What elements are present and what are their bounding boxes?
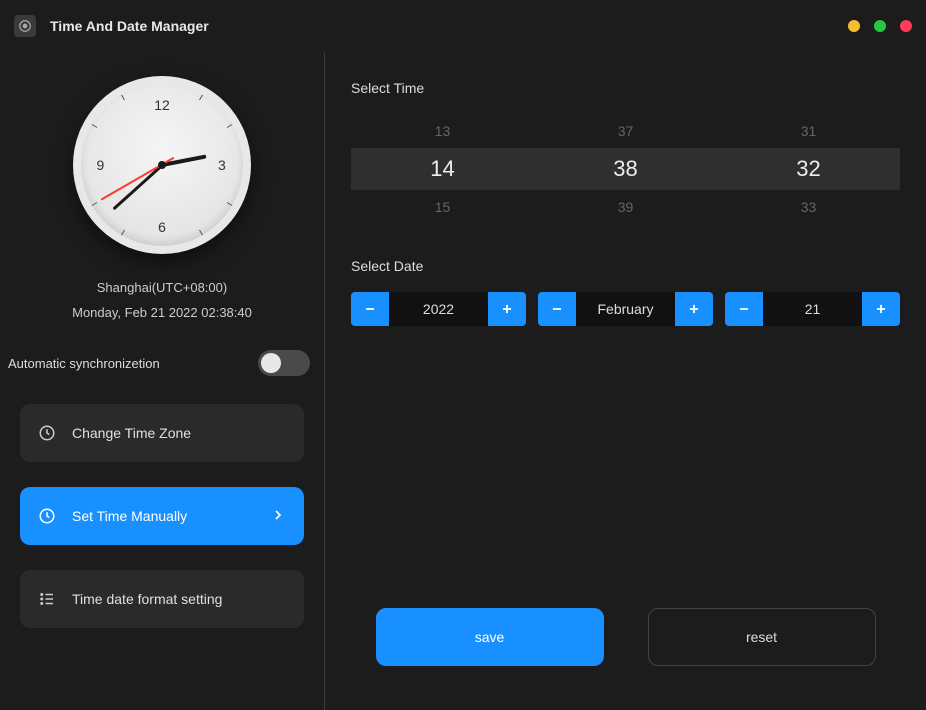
app-title: Time And Date Manager <box>50 18 209 34</box>
select-time-title: Select Time <box>351 80 900 96</box>
window-controls <box>848 20 912 32</box>
clock-num-6: 6 <box>158 219 166 235</box>
content: 12 3 6 9 Shangha <box>0 52 926 710</box>
minute-current[interactable]: 38 <box>534 156 717 182</box>
sidebar: 12 3 6 9 Shangha <box>0 52 325 710</box>
sync-row: Automatic synchronizetion <box>8 350 310 376</box>
day-stepper: 21 <box>725 292 900 326</box>
second-next[interactable]: 33 <box>717 190 900 224</box>
analog-clock: 12 3 6 9 <box>73 76 251 254</box>
day-increment-button[interactable] <box>862 292 900 326</box>
save-button[interactable]: save <box>376 608 604 666</box>
list-icon <box>38 590 56 608</box>
year-increment-button[interactable] <box>488 292 526 326</box>
second-current[interactable]: 32 <box>717 156 900 182</box>
set-time-manually-button[interactable]: Set Time Manually <box>20 487 304 545</box>
time-wheel-selected-row: 14 38 32 <box>351 148 900 190</box>
month-increment-button[interactable] <box>675 292 713 326</box>
second-prev[interactable]: 31 <box>717 114 900 148</box>
clock-num-9: 9 <box>97 157 105 173</box>
close-button[interactable] <box>900 20 912 32</box>
minute-prev[interactable]: 37 <box>534 114 717 148</box>
clock-second-hand <box>101 164 162 200</box>
hour-current[interactable]: 14 <box>351 156 534 182</box>
clock-icon <box>38 507 56 525</box>
clock-num-3: 3 <box>218 157 226 173</box>
minimize-button[interactable] <box>848 20 860 32</box>
maximize-button[interactable] <box>874 20 886 32</box>
clock-num-12: 12 <box>154 97 170 113</box>
day-value: 21 <box>763 292 862 326</box>
month-decrement-button[interactable] <box>538 292 576 326</box>
month-value: February <box>576 292 675 326</box>
sync-toggle[interactable] <box>258 350 310 376</box>
date-steppers: 2022 February 21 <box>351 292 900 326</box>
time-format-button[interactable]: Time date format setting <box>20 570 304 628</box>
titlebar: Time And Date Manager <box>0 0 926 52</box>
save-label: save <box>475 629 505 645</box>
change-timezone-button[interactable]: Change Time Zone <box>20 404 304 462</box>
select-date-title: Select Date <box>351 258 900 274</box>
hour-next[interactable]: 15 <box>351 190 534 224</box>
clock-container: 12 3 6 9 Shangha <box>14 76 310 320</box>
day-decrement-button[interactable] <box>725 292 763 326</box>
sync-label: Automatic synchronizetion <box>8 356 160 371</box>
footer-buttons: save reset <box>351 608 900 684</box>
toggle-thumb <box>261 353 281 373</box>
year-decrement-button[interactable] <box>351 292 389 326</box>
main-panel: Select Time 13 37 31 14 38 32 15 39 33 S… <box>325 52 926 710</box>
timezone-label: Shanghai(UTC+08:00) <box>97 280 227 295</box>
change-timezone-label: Change Time Zone <box>72 425 191 441</box>
year-value: 2022 <box>389 292 488 326</box>
minute-next[interactable]: 39 <box>534 190 717 224</box>
titlebar-left: Time And Date Manager <box>14 15 209 37</box>
year-stepper: 2022 <box>351 292 526 326</box>
reset-label: reset <box>746 629 777 645</box>
time-wheel[interactable]: 13 37 31 14 38 32 15 39 33 <box>351 114 900 224</box>
month-stepper: February <box>538 292 713 326</box>
clock-outline-icon <box>38 424 56 442</box>
datetime-label: Monday, Feb 21 2022 02:38:40 <box>72 305 252 320</box>
time-format-label: Time date format setting <box>72 591 222 607</box>
set-time-manually-label: Set Time Manually <box>72 508 187 524</box>
hour-prev[interactable]: 13 <box>351 114 534 148</box>
app-icon <box>14 15 36 37</box>
chevron-right-icon <box>270 507 286 526</box>
reset-button[interactable]: reset <box>648 608 876 666</box>
